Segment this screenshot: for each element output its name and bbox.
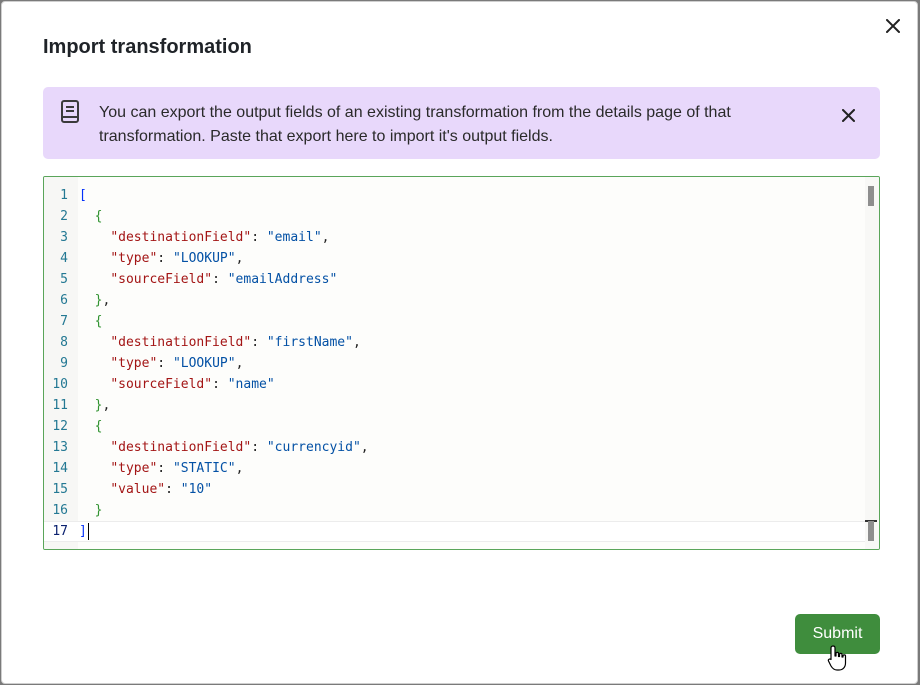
line-number: 8 [60, 335, 68, 350]
code-line[interactable]: 14 "type": "STATIC", [44, 458, 865, 479]
line-text[interactable]: "type": "STATIC", [79, 458, 243, 479]
info-banner: You can export the output fields of an e… [43, 87, 880, 159]
line-number: 9 [60, 356, 68, 371]
line-text[interactable]: "sourceField": "name" [79, 374, 274, 395]
line-text[interactable]: ] [79, 521, 89, 542]
line-number: 4 [60, 251, 68, 266]
line-number: 11 [52, 398, 68, 413]
line-number: 13 [52, 440, 68, 455]
line-number: 12 [52, 419, 68, 434]
dialog-close-button[interactable] [882, 15, 904, 37]
editor-scrollbar[interactable] [865, 177, 879, 549]
code-content[interactable]: 1[2 {3 "destinationField": "email", 4 "ty… [44, 185, 865, 542]
line-text[interactable]: { [79, 206, 103, 227]
line-text[interactable]: { [79, 311, 103, 332]
line-text[interactable]: } [79, 500, 103, 521]
code-editor[interactable]: 1[2 {3 "destinationField": "email", 4 "ty… [43, 176, 880, 550]
code-line[interactable]: 13 "destinationField": "currencyid", [44, 437, 865, 458]
line-text[interactable]: "type": "LOOKUP", [79, 353, 243, 374]
line-text[interactable]: { [79, 416, 103, 437]
close-icon [841, 108, 855, 122]
code-line[interactable]: 10 "sourceField": "name" [44, 374, 865, 395]
close-icon [886, 19, 900, 33]
line-text[interactable]: }, [79, 290, 111, 311]
line-text[interactable]: "destinationField": "currencyid", [79, 437, 368, 458]
code-line[interactable]: 2 { [44, 206, 865, 227]
line-number: 1 [60, 188, 68, 203]
code-line[interactable]: 7 { [44, 311, 865, 332]
banner-close-button[interactable] [838, 105, 858, 125]
code-line[interactable]: 12 { [44, 416, 865, 437]
line-number: 3 [60, 230, 68, 245]
line-text[interactable]: "sourceField": "emailAddress" [79, 269, 337, 290]
code-line[interactable]: 5 "sourceField": "emailAddress" [44, 269, 865, 290]
line-text[interactable]: }, [79, 395, 111, 416]
line-number: 16 [52, 503, 68, 518]
code-line[interactable]: 17] [44, 521, 865, 542]
line-number: 15 [52, 482, 68, 497]
code-line[interactable]: 1[ [44, 185, 865, 206]
submit-button[interactable]: Submit [795, 614, 880, 654]
import-transformation-dialog: Import transformation You can export the… [1, 1, 918, 684]
text-cursor [87, 523, 89, 540]
scrollbar-marker [868, 521, 874, 541]
banner-message: You can export the output fields of an e… [99, 104, 731, 145]
document-icon [61, 100, 79, 123]
code-line[interactable]: 8 "destinationField": "firstName", [44, 332, 865, 353]
line-number: 5 [60, 272, 68, 287]
line-number: 17 [52, 524, 68, 539]
code-line[interactable]: 11 }, [44, 395, 865, 416]
line-text[interactable]: "destinationField": "email", [79, 227, 329, 248]
line-text[interactable]: "value": "10" [79, 479, 212, 500]
line-text[interactable]: "type": "LOOKUP", [79, 248, 243, 269]
code-line[interactable]: 4 "type": "LOOKUP", [44, 248, 865, 269]
code-line[interactable]: 3 "destinationField": "email", [44, 227, 865, 248]
code-line[interactable]: 16 } [44, 500, 865, 521]
scrollbar-thumb[interactable] [868, 186, 874, 206]
line-number: 14 [52, 461, 68, 476]
dialog-title: Import transformation [43, 36, 252, 58]
line-text[interactable]: "destinationField": "firstName", [79, 332, 360, 353]
line-number: 2 [60, 209, 68, 224]
line-text[interactable]: [ [79, 185, 87, 206]
line-number: 10 [52, 377, 68, 392]
code-line[interactable]: 6 }, [44, 290, 865, 311]
line-number: 7 [60, 314, 68, 329]
code-line[interactable]: 15 "value": "10" [44, 479, 865, 500]
code-line[interactable]: 9 "type": "LOOKUP", [44, 353, 865, 374]
line-number: 6 [60, 293, 68, 308]
